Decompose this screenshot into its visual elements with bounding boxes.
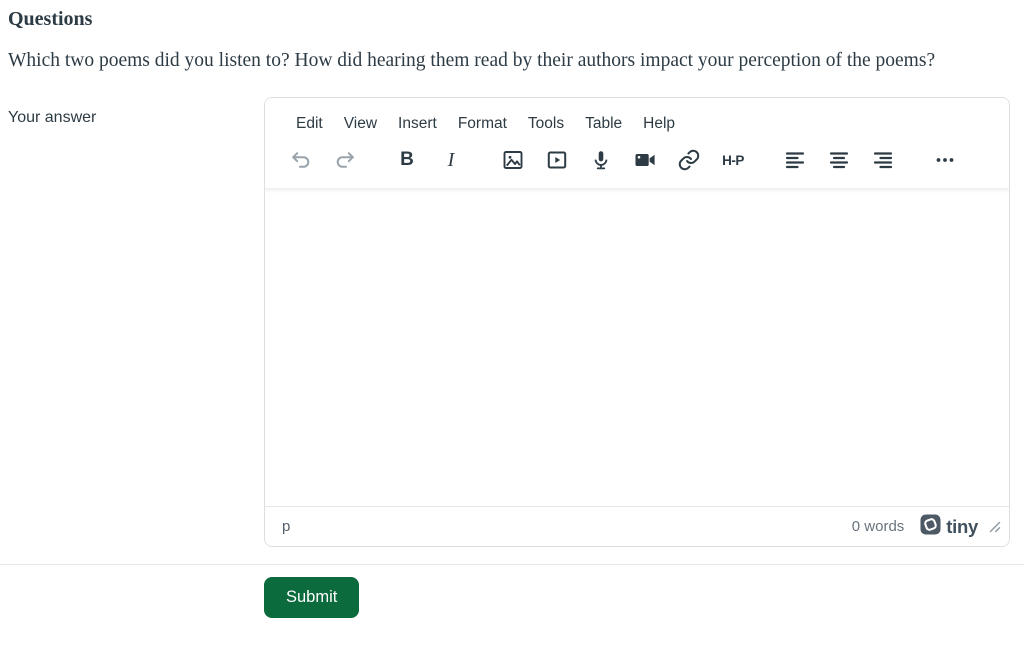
image-icon	[501, 148, 525, 172]
menu-tools[interactable]: Tools	[519, 110, 573, 138]
rich-text-editor: Edit View Insert Format Tools Table Help	[264, 97, 1010, 547]
statusbar-right: 0 words tiny	[852, 513, 1001, 540]
questions-heading: Questions	[8, 8, 93, 30]
video-play-icon	[545, 148, 569, 172]
menu-table[interactable]: Table	[576, 110, 631, 138]
menu-view[interactable]: View	[335, 110, 386, 138]
tiny-brand-text: tiny	[946, 515, 978, 537]
menu-edit[interactable]: Edit	[287, 110, 332, 138]
editor-menubar: Edit View Insert Format Tools Table Help	[265, 98, 1009, 138]
answer-row: Your answer Edit View Insert Format Tool…	[8, 97, 1016, 547]
insert-image-button[interactable]	[495, 142, 531, 178]
align-right-icon	[871, 148, 895, 172]
align-right-button[interactable]	[865, 142, 901, 178]
italic-icon: I	[447, 148, 455, 171]
video-camera-icon	[633, 148, 657, 172]
align-left-icon	[783, 148, 807, 172]
undo-icon	[289, 148, 313, 172]
h5p-icon: H-P	[722, 152, 744, 168]
editor-toolbar: B I H-P	[265, 138, 1009, 188]
align-left-button[interactable]	[777, 142, 813, 178]
insert-link-button[interactable]	[671, 142, 707, 178]
menu-help[interactable]: Help	[634, 110, 684, 138]
menu-insert[interactable]: Insert	[389, 110, 446, 138]
link-icon	[677, 148, 701, 172]
element-path-item[interactable]: p	[278, 516, 294, 537]
record-audio-button[interactable]	[583, 142, 619, 178]
align-center-icon	[827, 148, 851, 172]
section-divider	[0, 564, 1024, 565]
undo-button[interactable]	[283, 142, 319, 178]
word-count[interactable]: 0 words	[852, 518, 905, 535]
editor-header: Edit View Insert Format Tools Table Help	[265, 98, 1009, 189]
tinymce-brand-link[interactable]: tiny	[920, 513, 978, 540]
redo-button[interactable]	[327, 142, 363, 178]
italic-button[interactable]: I	[433, 142, 469, 178]
insert-h5p-button[interactable]: H-P	[715, 142, 751, 178]
bold-icon: B	[400, 149, 414, 170]
record-video-button[interactable]	[627, 142, 663, 178]
resize-handle[interactable]	[988, 520, 1001, 533]
insert-video-button[interactable]	[539, 142, 575, 178]
menu-format[interactable]: Format	[449, 110, 516, 138]
submit-button[interactable]: Submit	[264, 577, 360, 618]
ellipsis-icon	[933, 148, 957, 172]
align-center-button[interactable]	[821, 142, 857, 178]
editor-statusbar: p 0 words tiny	[265, 506, 1009, 546]
microphone-icon	[589, 148, 613, 172]
tinymce-logo-icon	[920, 513, 941, 540]
redo-icon	[333, 148, 357, 172]
answer-label: Your answer	[8, 109, 97, 126]
more-toolbar-options-button[interactable]	[927, 142, 963, 178]
quiz-question-page: Questions Which two poems did you listen…	[0, 0, 1024, 665]
question-text: Which two poems did you listen to? How d…	[8, 50, 936, 71]
editor-content-area[interactable]	[265, 189, 1009, 506]
bold-button[interactable]: B	[389, 142, 425, 178]
